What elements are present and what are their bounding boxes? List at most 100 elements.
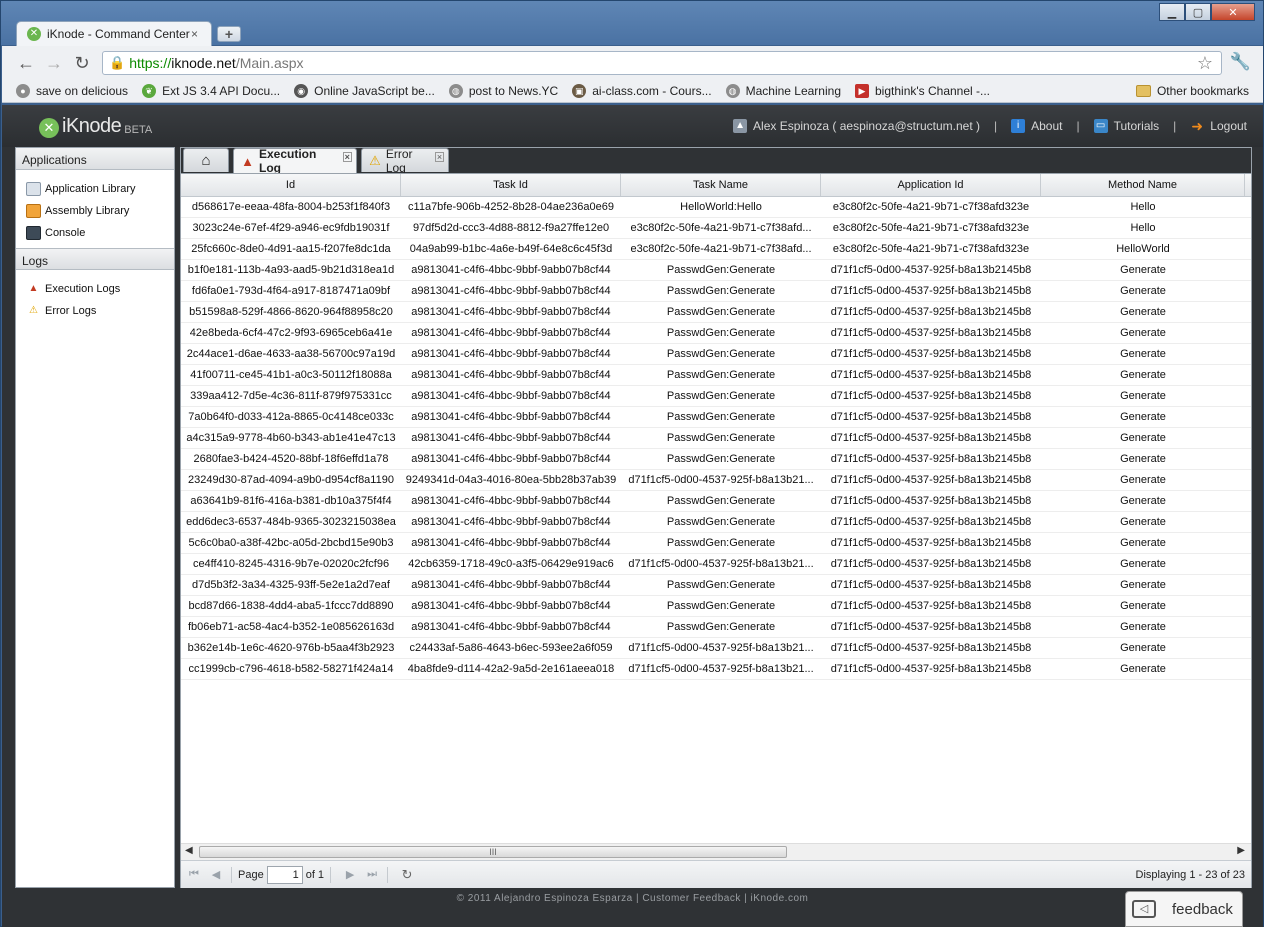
cell-task-name: e3c80f2c-50fe-4a21-9b71-c7f38afd...	[630, 243, 812, 255]
browser-tab[interactable]: ✕ iKnode - Command Center ×	[16, 21, 212, 46]
cell-task-name: PasswdGen:Generate	[666, 432, 776, 444]
address-bar[interactable]: 🔒 https:// iknode.net /Main.aspx ☆	[102, 51, 1222, 75]
column-header-method-name[interactable]: Method Name	[1041, 174, 1245, 196]
table-row[interactable]: edd6dec3-6537-484b-9365-3023215038ea a981…	[181, 512, 1251, 533]
other-bookmarks[interactable]: Other bookmarks	[1135, 84, 1249, 98]
column-header-task-id[interactable]: Task Id	[401, 174, 621, 196]
sidebar-item-execution-logs[interactable]: ▲ Execution Logs	[26, 278, 174, 300]
about-link[interactable]: About	[1031, 119, 1062, 133]
table-row[interactable]: 339aa412-7d5e-4c36-811f-879f975331cc a981…	[181, 386, 1251, 407]
tab-home[interactable]: ⌂	[183, 148, 229, 172]
assembly-icon	[26, 204, 41, 218]
bookmark-item[interactable]: ◍ post to News.YC	[448, 83, 558, 98]
feedback-button[interactable]: ◁ feedback	[1125, 891, 1243, 927]
customer-feedback-link[interactable]: Customer Feedback	[642, 893, 741, 904]
horizontal-scrollbar[interactable]: ◀ III ▶	[181, 843, 1251, 860]
bookmark-item[interactable]: ▣ ai-class.com - Cours...	[572, 83, 712, 98]
table-row[interactable]: fd6fa0e1-793d-4f64-a917-8187471a09bf a981…	[181, 281, 1251, 302]
last-page-icon[interactable]: ⏭	[363, 868, 381, 881]
window-icon	[26, 182, 41, 196]
column-header-application-id[interactable]: Application Id	[821, 174, 1041, 196]
table-row[interactable]: ce4ff410-8245-4316-9b7e-02020c2fcf96 42cb…	[181, 554, 1251, 575]
logs-panel-title[interactable]: Logs	[16, 248, 174, 270]
sidebar-item-application-library[interactable]: Application Library	[26, 178, 174, 200]
close-tab-icon[interactable]: ×	[191, 27, 205, 41]
wrench-menu-icon[interactable]: 🔧	[1230, 52, 1251, 72]
table-row[interactable]: b1f0e181-113b-4a93-aad5-9b21d318ea1d a981…	[181, 260, 1251, 281]
bookmark-item[interactable]: ❦ Ext JS 3.4 API Docu...	[142, 83, 280, 98]
header-separator: |	[993, 119, 998, 133]
cell-task-name: PasswdGen:Generate	[666, 348, 776, 360]
cell-task-name: PasswdGen:Generate	[666, 579, 776, 591]
next-page-icon[interactable]: ▶	[341, 868, 359, 881]
table-row[interactable]: a63641b9-81f6-416a-b381-db10a375f4f4 a981…	[181, 491, 1251, 512]
table-row[interactable]: a4c315a9-9778-4b60-b343-ab1e41e47c13 a981…	[181, 428, 1251, 449]
close-tab-icon[interactable]: ×	[435, 152, 444, 162]
cell-id: 7a0b64f0-d033-412a-8865-0c4148ce033c	[188, 411, 394, 423]
cell-method-name: Generate	[1120, 516, 1166, 528]
table-row[interactable]: b51598a8-529f-4866-8620-964f88958c20 a981…	[181, 302, 1251, 323]
warning-icon: ⚠	[369, 152, 381, 168]
page-label: Page	[238, 868, 264, 881]
tutorials-link[interactable]: Tutorials	[1114, 119, 1160, 133]
bookmark-item[interactable]: ◉ Online JavaScript be...	[294, 83, 435, 98]
megaphone-icon: ◁	[1132, 900, 1156, 918]
table-row[interactable]: 42e8beda-6cf4-47c2-9f93-6965ceb6a41e a981…	[181, 323, 1251, 344]
iknode-site-link[interactable]: iKnode.com	[751, 893, 809, 904]
table-row[interactable]: cc1999cb-c796-4618-b582-58271f424a14 4ba8…	[181, 659, 1251, 680]
reload-icon[interactable]: ↻	[72, 53, 92, 73]
table-row[interactable]: fb06eb71-ac58-4ac4-b352-1e085626163d a981…	[181, 617, 1251, 638]
maximize-button[interactable]: ▢	[1185, 3, 1211, 21]
execution-log-grid: Id Task Id Task Name Application Id Meth…	[181, 173, 1251, 843]
table-row[interactable]: 3023c24e-67ef-4f29-a946-ec9fdb19031f 97df…	[181, 218, 1251, 239]
back-arrow-icon[interactable]: ←	[16, 53, 36, 73]
cell-task-id: a9813041-c4f6-4bbc-9bbf-9abb07b8cf44	[411, 285, 611, 297]
close-tab-icon[interactable]: ×	[342, 152, 352, 162]
cell-task-name: HelloWorld:Hello	[680, 201, 762, 213]
table-row[interactable]: 41f00711-ce45-41b1-a0c3-50112f18088a a981…	[181, 365, 1251, 386]
main-panel: ⌂ ▲ Execution Log × ⚠ Error Log × Id Tas…	[180, 147, 1252, 888]
column-header-id[interactable]: Id	[181, 174, 401, 196]
new-tab-button[interactable]: +	[217, 26, 241, 42]
table-row[interactable]: 23249d30-87ad-4094-a9b0-d954cf8a1190 9249…	[181, 470, 1251, 491]
scrollbar-thumb[interactable]: III	[199, 846, 787, 858]
grid-body: d568617e-eeaa-48fa-8004-b253f1f840f3 c11a…	[181, 197, 1251, 680]
bookmark-item[interactable]: ◍ Machine Learning	[725, 83, 841, 98]
logout-link[interactable]: Logout	[1210, 119, 1247, 133]
page-number-input[interactable]: 1	[266, 865, 303, 884]
sidebar-item-error-logs[interactable]: ⚠ Error Logs	[26, 300, 174, 322]
header-separator: |	[1076, 119, 1080, 133]
table-row[interactable]: 5c6c0ba0-a38f-42bc-a05d-2bcbd15e90b3 a981…	[181, 533, 1251, 554]
table-row[interactable]: b362e14b-1e6c-4620-976b-b5aa4f3b2923 c244…	[181, 638, 1251, 659]
table-row[interactable]: 2680fae3-b424-4520-88bf-18f6effd1a78 a981…	[181, 449, 1251, 470]
bookmark-item[interactable]: ● save on delicious	[16, 83, 128, 98]
sidebar-item-console[interactable]: Console	[26, 222, 174, 244]
tab-execution-log[interactable]: ▲ Execution Log ×	[233, 147, 357, 175]
close-window-button[interactable]: ✕	[1211, 3, 1255, 21]
iknode-app: ✕ iKnode BETA ▲ Alex Espinoza ( aespinoz…	[2, 105, 1263, 927]
cell-task-name: d71f1cf5-0d00-4537-925f-b8a13b21...	[628, 558, 814, 570]
iknode-logo[interactable]: ✕ iKnode BETA	[39, 115, 152, 138]
warning-icon: ⚠	[29, 305, 38, 316]
refresh-icon[interactable]: ↻	[398, 867, 416, 883]
table-row[interactable]: bcd87d66-1838-4dd4-aba5-1fccc7dd8890 a981…	[181, 596, 1251, 617]
previous-page-icon[interactable]: ◀	[207, 868, 225, 881]
table-row[interactable]: 7a0b64f0-d033-412a-8865-0c4148ce033c a981…	[181, 407, 1251, 428]
cell-task-id: a9813041-c4f6-4bbc-9bbf-9abb07b8cf44	[411, 495, 611, 507]
forward-arrow-icon[interactable]: →	[44, 53, 64, 73]
minimize-button[interactable]: ▁	[1159, 3, 1185, 21]
scroll-right-icon[interactable]: ▶	[1237, 845, 1245, 856]
first-page-icon[interactable]: ⏮	[185, 868, 203, 881]
column-header-task-name[interactable]: Task Name	[621, 174, 821, 196]
applications-panel-title[interactable]: Applications	[16, 148, 174, 170]
bookmark-star-icon[interactable]: ☆	[1197, 53, 1213, 74]
tab-error-log[interactable]: ⚠ Error Log ×	[361, 147, 449, 175]
table-row[interactable]: 2c44ace1-d6ae-4633-aa38-56700c97a19d a981…	[181, 344, 1251, 365]
table-row[interactable]: d568617e-eeaa-48fa-8004-b253f1f840f3 c11a…	[181, 197, 1251, 218]
table-row[interactable]: 25fc660c-8de0-4d91-aa15-f207fe8dc1da 04a9…	[181, 239, 1251, 260]
sidebar-item-assembly-library[interactable]: Assembly Library	[26, 200, 174, 222]
bookmark-item[interactable]: ▶ bigthink's Channel -...	[855, 83, 990, 98]
scroll-left-icon[interactable]: ◀	[185, 845, 193, 856]
table-row[interactable]: d7d5b3f2-3a34-4325-93ff-5e2e1a2d7eaf a981…	[181, 575, 1251, 596]
cell-task-id: a9813041-c4f6-4bbc-9bbf-9abb07b8cf44	[411, 390, 611, 402]
